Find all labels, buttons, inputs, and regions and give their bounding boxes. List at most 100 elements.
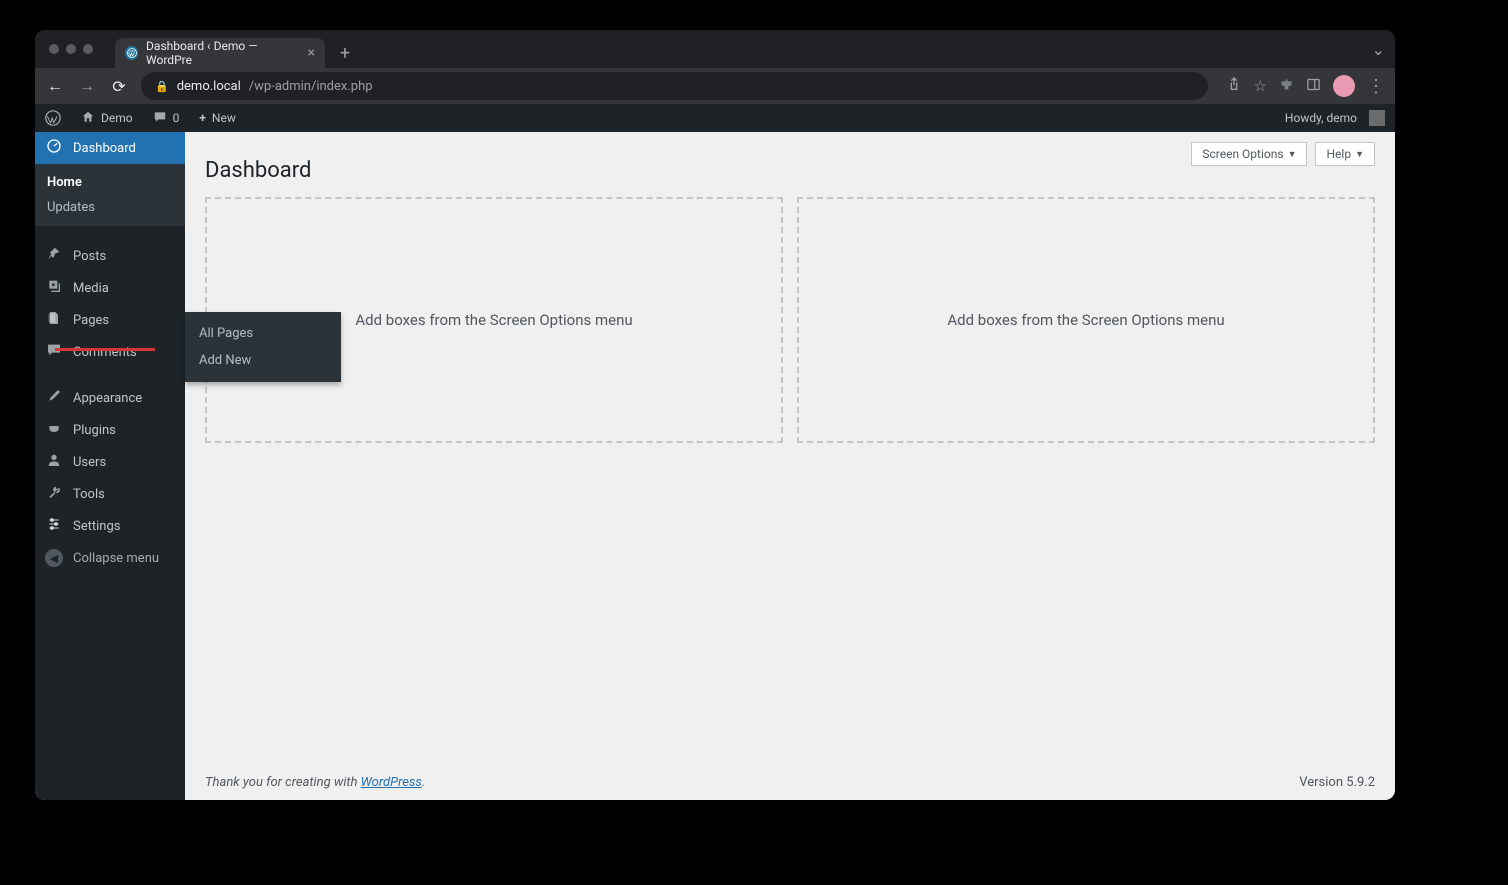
- share-icon[interactable]: [1226, 76, 1242, 96]
- adminbar-comments-count: 0: [173, 111, 180, 125]
- url-path: /wp-admin/index.php: [249, 79, 373, 94]
- browser-menu-icon[interactable]: ⋮: [1367, 76, 1385, 97]
- browser-tabstrip: Dashboard ‹ Demo — WordPre × + ⌄: [35, 30, 1395, 68]
- adminbar-wp-logo[interactable]: [35, 104, 71, 132]
- adminbar-comments[interactable]: 0: [143, 104, 190, 132]
- help-label: Help: [1326, 147, 1351, 161]
- admin-sidebar: Dashboard Home Updates Posts: [35, 132, 185, 800]
- adminbar-site-name: Demo: [101, 111, 133, 125]
- adminbar-site-link[interactable]: Demo: [71, 104, 143, 132]
- tab-close-icon[interactable]: ×: [308, 45, 315, 61]
- submenu-updates[interactable]: Updates: [35, 195, 185, 220]
- flyout-all-pages[interactable]: All Pages: [185, 320, 341, 347]
- collapse-label: Collapse menu: [73, 551, 159, 566]
- annotation-underline-pages: [55, 348, 155, 351]
- sidebar-item-plugins[interactable]: Plugins: [35, 414, 185, 446]
- reload-button[interactable]: ⟳: [109, 77, 129, 96]
- tabs-dropdown-icon[interactable]: ⌄: [1372, 40, 1385, 59]
- wordpress-favicon-icon: [125, 46, 138, 60]
- window-controls[interactable]: [49, 44, 93, 54]
- dashboard-widgets: Add boxes from the Screen Options menu A…: [205, 197, 1375, 443]
- pushpin-icon: [45, 246, 63, 266]
- widget-placeholder-right: Add boxes from the Screen Options menu: [797, 197, 1375, 443]
- placeholder-text: Add boxes from the Screen Options menu: [355, 311, 632, 329]
- sidebar-item-label: Media: [73, 281, 109, 296]
- adminbar-account[interactable]: Howdy, demo: [1275, 110, 1395, 126]
- comment-icon: [153, 110, 167, 127]
- new-tab-button[interactable]: +: [333, 43, 357, 64]
- sidebar-item-label: Posts: [73, 249, 106, 264]
- sidebar-item-settings[interactable]: Settings: [35, 510, 185, 542]
- page-icon: [45, 310, 63, 330]
- adminbar-new[interactable]: + New: [189, 104, 246, 132]
- screen-options-label: Screen Options: [1202, 147, 1283, 161]
- collapse-icon: ◀: [45, 549, 63, 567]
- extensions-icon[interactable]: [1279, 77, 1294, 96]
- window-min-dot[interactable]: [66, 44, 76, 54]
- submenu-home[interactable]: Home: [35, 170, 185, 195]
- sidebar-item-label: Appearance: [73, 391, 142, 406]
- url-host: demo.local: [177, 79, 241, 94]
- sidebar-item-tools[interactable]: Tools: [35, 478, 185, 510]
- window-max-dot[interactable]: [83, 44, 93, 54]
- comment-icon: [45, 342, 63, 362]
- help-toggle[interactable]: Help ▼: [1315, 142, 1375, 166]
- admin-footer: Thank you for creating with WordPress. V…: [185, 765, 1395, 800]
- bookmark-star-icon[interactable]: ☆: [1254, 77, 1267, 95]
- sliders-icon: [45, 516, 63, 536]
- sidebar-item-label: Plugins: [73, 423, 116, 438]
- footer-wp-link[interactable]: WordPress: [361, 775, 422, 790]
- sidebar-item-comments[interactable]: Comments: [35, 336, 185, 368]
- sidebar-item-dashboard[interactable]: Dashboard: [35, 132, 185, 164]
- plus-icon: +: [199, 111, 206, 125]
- address-bar[interactable]: 🔒 demo.local/wp-admin/index.php: [141, 72, 1208, 100]
- triangle-down-icon: ▼: [1355, 149, 1364, 160]
- pages-flyout-submenu: All Pages Add New: [185, 312, 341, 382]
- sidebar-item-label: Comments: [73, 345, 137, 360]
- wp-adminbar: Demo 0 + New Howdy, demo: [35, 104, 1395, 132]
- footer-suffix: .: [422, 775, 425, 790]
- sidebar-item-label: Users: [73, 455, 106, 470]
- placeholder-text: Add boxes from the Screen Options menu: [947, 311, 1224, 329]
- sidebar-item-media[interactable]: Media: [35, 272, 185, 304]
- triangle-down-icon: ▼: [1288, 149, 1297, 160]
- sidebar-item-label: Dashboard: [73, 141, 136, 156]
- flyout-add-new[interactable]: Add New: [185, 347, 341, 374]
- browser-toolbar: ← → ⟳ 🔒 demo.local/wp-admin/index.php ☆ …: [35, 68, 1395, 104]
- lock-icon: 🔒: [155, 80, 169, 93]
- tab-title: Dashboard ‹ Demo — WordPre: [146, 39, 295, 67]
- screen-meta-links: Screen Options ▼ Help ▼: [1191, 142, 1375, 166]
- brush-icon: [45, 388, 63, 408]
- dashboard-icon: [45, 138, 63, 158]
- profile-avatar[interactable]: [1333, 75, 1355, 97]
- collapse-menu[interactable]: ◀ Collapse menu: [35, 542, 185, 574]
- browser-tab[interactable]: Dashboard ‹ Demo — WordPre ×: [115, 38, 325, 68]
- media-icon: [45, 278, 63, 298]
- wrench-icon: [45, 484, 63, 504]
- footer-prefix: Thank you for creating with: [205, 775, 361, 790]
- wordpress-admin: Demo 0 + New Howdy, demo: [35, 104, 1395, 800]
- sidebar-item-users[interactable]: Users: [35, 446, 185, 478]
- sidebar-item-posts[interactable]: Posts: [35, 240, 185, 272]
- sidebar-item-label: Pages: [73, 313, 109, 328]
- screen-options-toggle[interactable]: Screen Options ▼: [1191, 142, 1307, 166]
- window-close-dot[interactable]: [49, 44, 59, 54]
- plug-icon: [45, 420, 63, 440]
- home-icon: [81, 110, 95, 127]
- content-area: Screen Options ▼ Help ▼ Dashboard Add bo…: [185, 132, 1395, 800]
- user-icon: [45, 452, 63, 472]
- footer-version: Version 5.9.2: [1299, 775, 1375, 790]
- sidebar-submenu-dashboard: Home Updates: [35, 164, 185, 226]
- sidebar-item-pages[interactable]: Pages: [35, 304, 185, 336]
- back-button[interactable]: ←: [45, 76, 65, 96]
- adminbar-avatar: [1369, 110, 1385, 126]
- browser-window: Dashboard ‹ Demo — WordPre × + ⌄ ← → ⟳ 🔒…: [35, 30, 1395, 800]
- sidebar-item-label: Settings: [73, 519, 120, 534]
- footer-thankyou: Thank you for creating with WordPress.: [205, 775, 425, 790]
- adminbar-new-label: New: [212, 111, 236, 125]
- sidepanel-icon[interactable]: [1306, 77, 1321, 96]
- adminbar-howdy: Howdy, demo: [1285, 111, 1357, 125]
- sidebar-item-label: Tools: [73, 487, 105, 502]
- sidebar-item-appearance[interactable]: Appearance: [35, 382, 185, 414]
- forward-button[interactable]: →: [77, 76, 97, 96]
